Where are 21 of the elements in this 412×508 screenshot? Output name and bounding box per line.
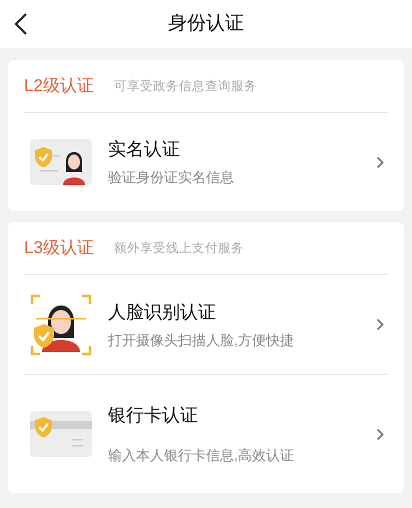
chevron-right-icon — [376, 318, 384, 331]
level-description: 额外享受线上支付服务 — [114, 240, 244, 257]
face-scan-icon — [30, 294, 92, 356]
verification-option[interactable]: 银行卡认证 输入本人银行卡信息,高效认证 — [24, 375, 388, 493]
id-verification-icon — [30, 139, 92, 185]
level-label: L2级认证 — [24, 75, 94, 98]
chevron-right-icon — [376, 156, 384, 168]
back-icon — [14, 12, 28, 36]
option-description: 打开摄像头扫描人脸,方便快捷 — [108, 330, 295, 350]
option-title: 实名认证 — [108, 138, 181, 161]
option-title: 人脸识别认证 — [108, 300, 217, 324]
level-description: 可享受政务信息查询服务 — [114, 78, 257, 95]
option-description: 输入本人银行卡信息,高效认证 — [108, 446, 295, 465]
verification-option[interactable]: 实名认证 验证身份证实名信息 — [24, 113, 388, 211]
option-title: 银行卡认证 — [108, 404, 199, 427]
verification-option[interactable]: 人脸识别认证 打开摄像头扫描人脸,方便快捷 — [24, 275, 388, 375]
bank-card-icon — [30, 411, 92, 457]
chevron-right-icon — [376, 428, 384, 440]
page-title: 身份认证 — [168, 12, 244, 36]
option-description: 验证身份证实名信息 — [108, 168, 235, 187]
level-label: L3级认证 — [24, 237, 94, 260]
